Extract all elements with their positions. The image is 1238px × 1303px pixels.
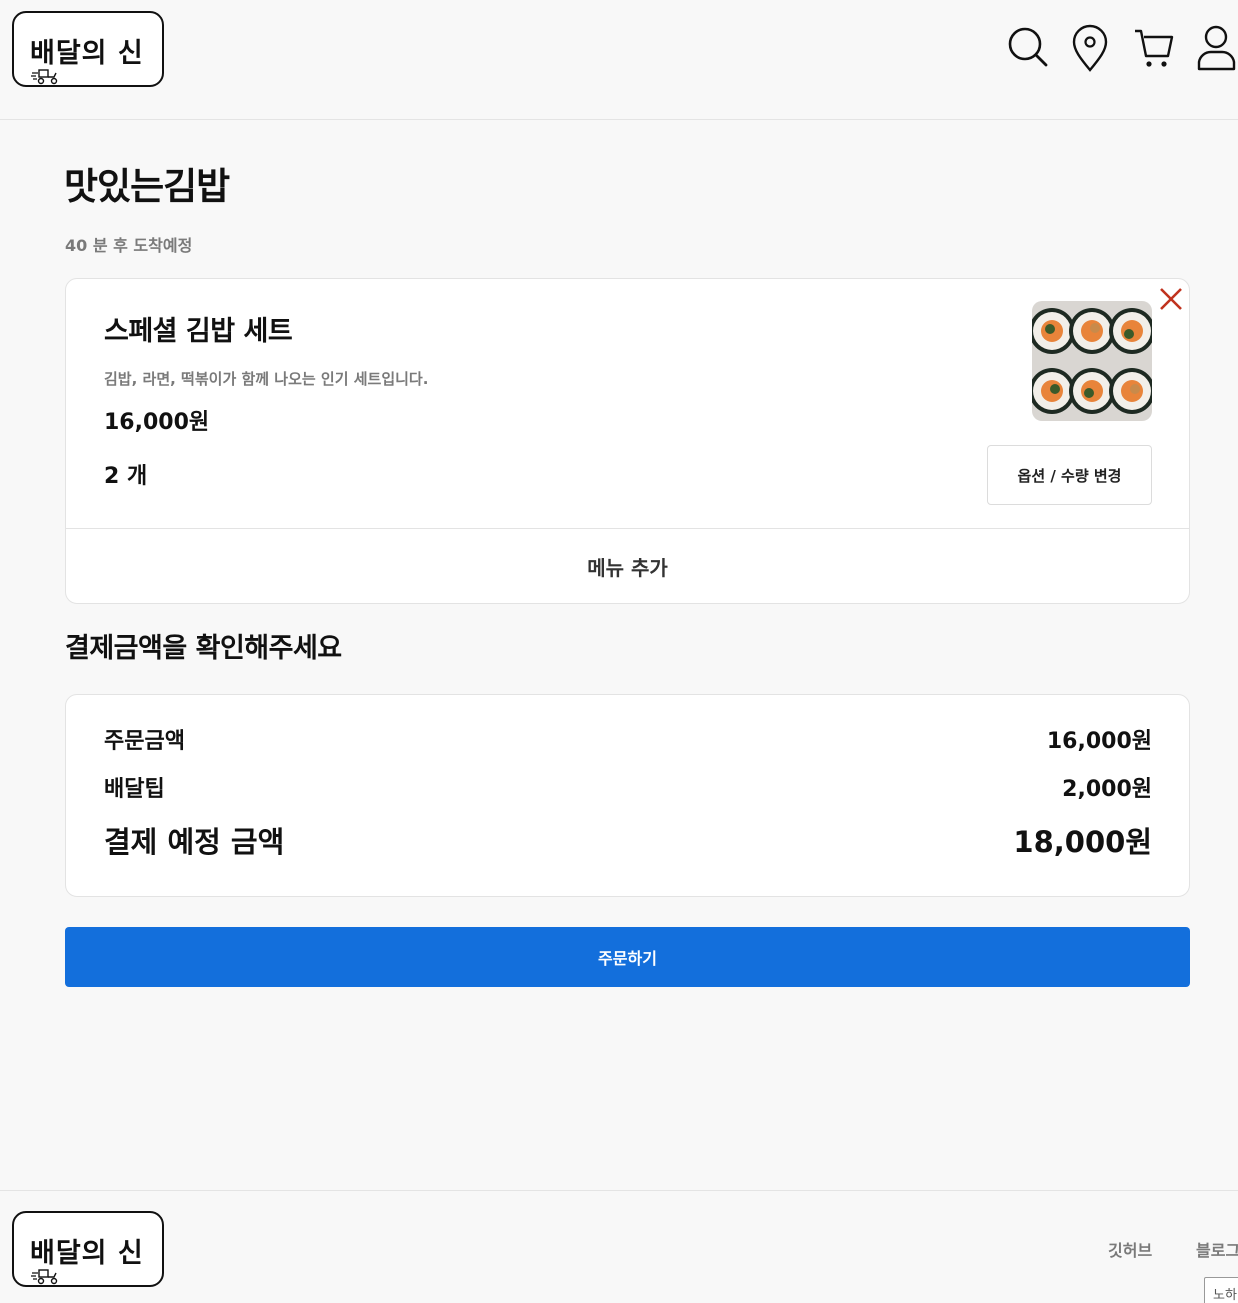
delivery-tip-label: 배달팁 [104,777,165,802]
total-row: 결제 예정 금액 18,000원 [104,819,1152,861]
total-value: 18,000원 [1013,825,1152,859]
footer-select[interactable]: 노하 [1204,1277,1238,1303]
user-icon[interactable] [1194,22,1238,72]
payment-summary-card: 주문금액 16,000원 배달팁 2,000원 결제 예정 금액 18,000원 [65,694,1190,897]
cart-icon[interactable] [1132,22,1178,72]
delivery-tip-row: 배달팁 2,000원 [104,771,1152,803]
footer-link-github[interactable]: 깃허브 [1108,1237,1152,1261]
cart-item-card: 스페셜 김밥 세트 김밥, 라면, 떡볶이가 함께 나오는 인기 세트입니다. … [65,278,1190,604]
add-menu-button[interactable]: 메뉴 추가 [66,528,1189,603]
header: 배달의 신 [0,0,1238,120]
location-pin-icon[interactable] [1068,22,1114,72]
header-icons [998,22,1238,78]
footer-logo-text: 배달의 신 [30,1238,144,1269]
search-icon[interactable] [1004,22,1050,72]
footer-link-blog[interactable]: 블로그 [1196,1237,1238,1261]
scooter-icon [31,69,58,85]
order-amount-label: 주문금액 [104,729,185,754]
eta-text: 40 분 후 도착예정 [65,236,193,255]
order-button[interactable]: 주문하기 [65,927,1190,987]
order-amount-row: 주문금액 16,000원 [104,723,1152,755]
remove-item-icon[interactable] [1156,284,1186,314]
delivery-tip-value: 2,000원 [1062,777,1152,802]
item-name: 스페셜 김밥 세트 [104,316,293,347]
item-price: 16,000원 [104,410,210,435]
store-name: 맛있는김밥 [64,165,230,208]
footer: 배달의 신 깃허브 블로그 노하 [0,1190,1238,1303]
item-image [1032,301,1152,421]
item-quantity: 2 개 [104,464,148,489]
item-description: 김밥, 라면, 떡볶이가 함께 나오는 인기 세트입니다. [104,370,429,388]
option-quantity-button[interactable]: 옵션 / 수량 변경 [987,445,1152,505]
logo-text: 배달의 신 [30,38,144,69]
order-amount-value: 16,000원 [1046,729,1152,754]
logo[interactable]: 배달의 신 [12,11,164,87]
footer-logo[interactable]: 배달의 신 [12,1211,164,1287]
total-label: 결제 예정 금액 [104,825,285,859]
payment-title: 결제금액을 확인해주세요 [65,633,342,664]
scooter-icon [31,1269,58,1285]
